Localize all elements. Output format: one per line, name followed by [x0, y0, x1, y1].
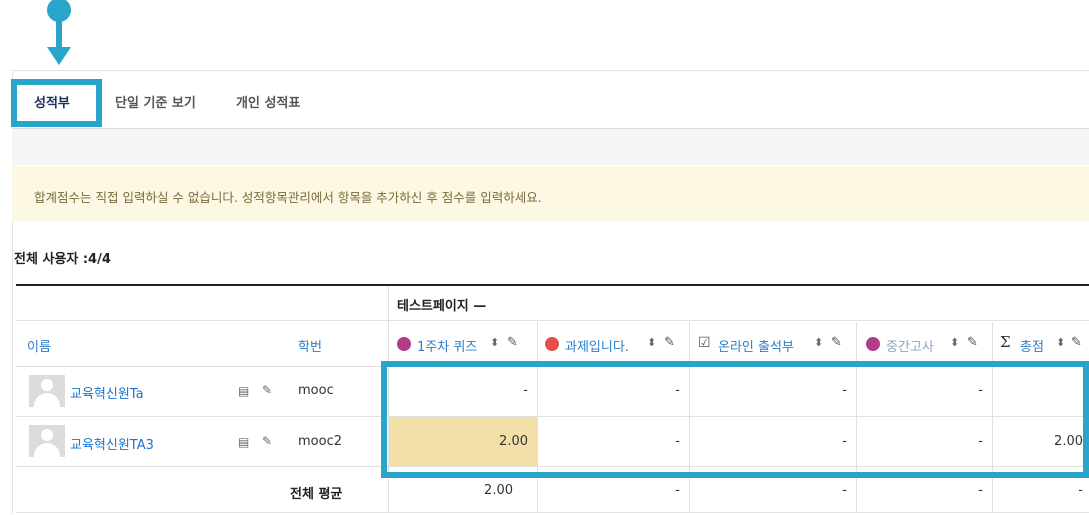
average-cell: -: [675, 483, 680, 498]
quiz-icon: [866, 337, 880, 351]
average-cell: -: [1078, 483, 1083, 498]
edit-icon[interactable]: ✎: [262, 434, 272, 448]
sort-icon[interactable]: ⬍: [950, 336, 959, 349]
student-id: mooc2: [298, 434, 342, 449]
avatar: [29, 375, 65, 407]
edit-icon[interactable]: ✎: [664, 335, 675, 350]
notice-text: 합계점수는 직접 입력하실 수 없습니다. 성적항목관리에서 항목을 추가하신 …: [34, 190, 542, 205]
assignment-icon: [545, 337, 559, 351]
average-cell: -: [978, 483, 983, 498]
student-id: mooc: [298, 383, 334, 398]
toolbar-band: [12, 129, 1089, 165]
category-header: 테스트페이지 —: [397, 299, 487, 314]
edit-icon[interactable]: ✎: [507, 335, 518, 350]
attendance-icon: ☑: [698, 335, 711, 351]
sort-icon[interactable]: ⬍: [814, 336, 823, 349]
report-tabs: 성적부 단일 기준 보기 개인 성적표: [12, 70, 1089, 129]
sort-icon[interactable]: ⬍: [1056, 336, 1065, 349]
col-header-id[interactable]: 학번: [298, 336, 322, 355]
col-header-name[interactable]: 이름: [27, 336, 51, 355]
student-name-link[interactable]: 교육혁신원TA3: [70, 434, 154, 453]
users-count: 전체 사용자 :4/4: [14, 252, 111, 267]
report-icon[interactable]: ▤: [238, 384, 249, 398]
sort-icon[interactable]: ⬍: [647, 336, 656, 349]
average-label: 전체 평균: [290, 487, 343, 502]
edit-icon[interactable]: ✎: [1071, 335, 1082, 350]
report-icon[interactable]: ▤: [238, 435, 249, 449]
edit-icon[interactable]: ✎: [831, 335, 842, 350]
sigma-icon: Σ: [1000, 333, 1011, 351]
student-name-link[interactable]: 교육혁신원Ta: [70, 383, 144, 402]
tab-highlight-annotation: [11, 79, 102, 127]
average-cell: 2.00: [484, 483, 513, 498]
avatar: [29, 425, 65, 457]
tab-user-report[interactable]: 개인 성적표: [236, 92, 300, 111]
tab-single-view[interactable]: 단일 기준 보기: [115, 92, 196, 111]
quiz-icon: [397, 337, 411, 351]
average-cell: -: [842, 483, 847, 498]
edit-icon[interactable]: ✎: [262, 383, 272, 397]
grades-highlight-annotation: [381, 361, 1089, 478]
sort-icon[interactable]: ⬍: [490, 336, 499, 349]
edit-icon[interactable]: ✎: [967, 335, 978, 350]
notice-alert: 합계점수는 직접 입력하실 수 없습니다. 성적항목관리에서 항목을 추가하신 …: [12, 166, 1089, 222]
